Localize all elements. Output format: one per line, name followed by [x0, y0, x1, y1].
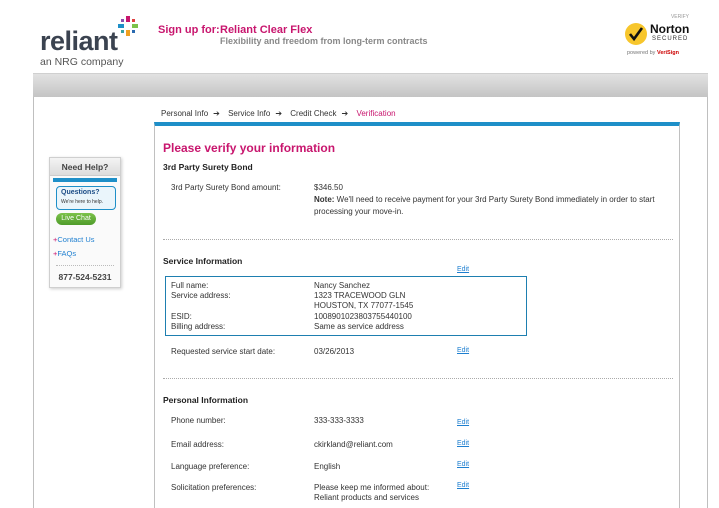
surety-amount-value: $346.50 [314, 183, 343, 192]
need-help-title: Need Help? [50, 158, 120, 176]
signup-label: Sign up for: [158, 24, 220, 36]
edit-phone-link[interactable]: Edit [457, 419, 469, 426]
breadcrumb-step-credit-check: Credit Check [290, 109, 337, 118]
questions-sub: We're here to help. [61, 199, 103, 205]
billing-address-value: Same as service address [314, 322, 404, 331]
esid-value: 1008901023803755440100 [314, 312, 412, 321]
edit-language-link[interactable]: Edit [457, 461, 469, 468]
checkmark-icon [625, 23, 647, 45]
help-divider [56, 265, 114, 266]
norton-secured-seal[interactable]: VERIFY Norton SECURED powered by VeriSig… [621, 14, 693, 60]
email-value: ckirkland@reliant.com [314, 440, 393, 449]
solicitation-label: Solicitation preferences: [171, 483, 257, 492]
language-value: English [314, 462, 341, 471]
help-phone-number: 877-524-5231 [58, 272, 112, 282]
service-address-line1: 1323 TRACEWOOD GLN [314, 291, 406, 300]
billing-address-label: Billing address: [171, 322, 226, 331]
frame-left-border [33, 97, 34, 508]
full-name-value: Nancy Sanchez [314, 281, 371, 290]
phone-label: Phone number: [171, 416, 226, 425]
solicitation-line2: Reliant products and services [314, 493, 419, 502]
service-address-label: Service address: [171, 291, 231, 300]
language-label: Language preference: [171, 462, 250, 471]
arrow-right-icon: ➔ [275, 109, 283, 118]
need-help-widget: Need Help? Questions? We're here to help… [49, 157, 121, 288]
questions-label: Questions? [61, 189, 100, 196]
help-accent-bar [53, 178, 117, 182]
email-label: Email address: [171, 440, 224, 449]
full-name-label: Full name: [171, 281, 209, 290]
logo-tagline: an NRG company [40, 56, 124, 68]
questions-bubble: Questions? We're here to help. [56, 186, 116, 210]
frame-right-border [707, 97, 708, 508]
esid-label: ESID: [171, 312, 192, 321]
norton-badge: Norton SECURED [623, 20, 691, 46]
start-date-label: Requested service start date: [171, 347, 276, 356]
note-label: Note: [314, 195, 335, 204]
breadcrumb-step-personal-info: Personal Info [161, 109, 209, 118]
powered-brand: VeriSign [656, 50, 679, 56]
plan-subtitle: Flexibility and freedom from long-term c… [220, 36, 428, 46]
logo-wordmark: reliant [40, 26, 118, 56]
plan-name: Reliant Clear Flex [220, 24, 313, 36]
faqs-link[interactable]: +FAQs [53, 249, 76, 258]
contact-us-link[interactable]: +Contact Us [53, 235, 95, 244]
norton-name: Norton [650, 22, 690, 36]
section-divider [163, 378, 673, 379]
top-banner [33, 73, 708, 97]
powered-prefix: powered by [627, 50, 657, 56]
personal-info-heading: Personal Information [163, 395, 249, 405]
contact-us-label: Contact Us [57, 235, 95, 244]
norton-powered-by: powered by VeriSign [627, 50, 679, 56]
service-address-line2: HOUSTON, TX 77077-1545 [314, 301, 414, 310]
norton-secured-text: SECURED [652, 36, 689, 42]
edit-email-link[interactable]: Edit [457, 440, 469, 447]
start-date-value: 03/26/2013 [314, 347, 355, 356]
surety-note: Note: We'll need to receive payment for … [314, 194, 670, 218]
reliant-logo[interactable]: reliant an NRG company [40, 16, 140, 70]
section-divider [163, 239, 673, 240]
arrow-right-icon: ➔ [341, 109, 349, 118]
phone-value: 333-333-3333 [314, 416, 364, 425]
faqs-label: FAQs [57, 249, 77, 258]
surety-bond-heading: 3rd Party Surety Bond [163, 162, 253, 172]
edit-solicitation-link[interactable]: Edit [457, 482, 469, 489]
solicitation-line1: Please keep me informed about: [314, 483, 430, 492]
edit-service-link[interactable]: Edit [457, 266, 469, 273]
arrow-right-icon: ➔ [213, 109, 220, 118]
breadcrumb-step-verification: Verification [356, 109, 396, 118]
service-info-heading: Service Information [163, 256, 243, 266]
breadcrumb-step-service-info: Service Info [228, 109, 271, 118]
page-title: Please verify your information [163, 141, 336, 155]
breadcrumb: Personal Info ➔ Service Info ➔ Credit Chec… [161, 109, 401, 118]
edit-start-date-link[interactable]: Edit [457, 347, 469, 354]
live-chat-button[interactable]: Live Chat [56, 213, 96, 225]
logo-star-icon [118, 16, 138, 36]
surety-amount-label: 3rd Party Surety Bond amount: [171, 183, 281, 192]
note-text: We'll need to receive payment for your 3… [314, 195, 655, 216]
